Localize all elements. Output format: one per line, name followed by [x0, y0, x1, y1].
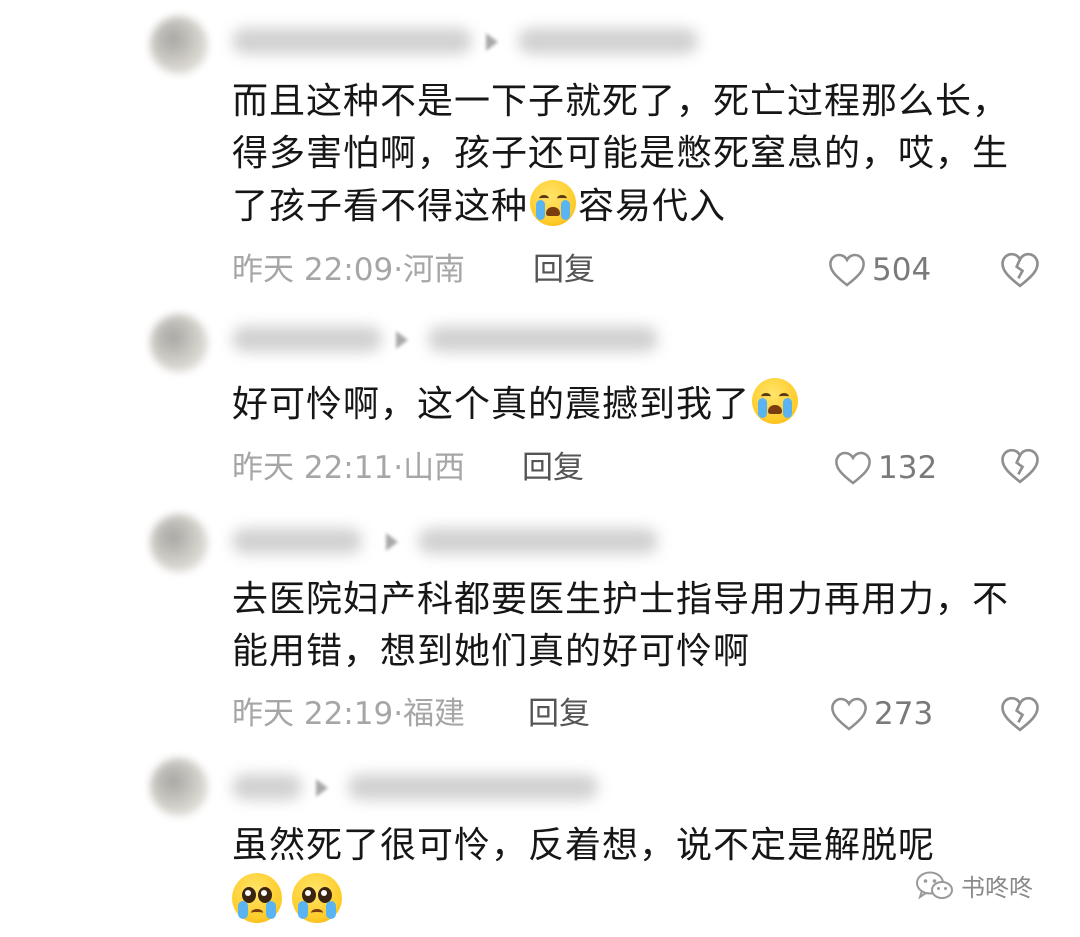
comment-text-main: 去医院妇产科都要医生护士指导用力再用力，不能用错，想到她们真的好可怜啊	[232, 579, 1010, 672]
reply-button[interactable]: 回复	[533, 248, 595, 292]
comment-text-main: 好可怜啊，这个真的震撼到我了	[232, 384, 751, 425]
comment-text: 而且这种不是一下子就死了，死亡过程那么长，得多害怕啊，孩子还可能是憋死窒息的，哎…	[232, 76, 1010, 233]
pleading-face-icon	[232, 873, 282, 923]
comment-meta: 昨天 22:19·福建	[232, 696, 466, 732]
comment-text: 好可怜啊，这个真的震撼到我了	[232, 378, 1010, 431]
reply-target-blurred	[428, 326, 658, 352]
like-count: 132	[878, 450, 938, 486]
reply-target-blurred	[418, 528, 658, 554]
comment-text-main: 虽然死了很可怜，反着想，说不定是解脱呢	[232, 825, 936, 866]
like-button[interactable]: 504	[828, 248, 931, 292]
comment-text: 去医院妇产科都要医生护士指导用力再用力，不能用错，想到她们真的好可怜啊	[232, 574, 1010, 678]
comment-meta: 昨天 22:09·河南	[232, 252, 466, 288]
comment-text-tail: 容易代入	[578, 186, 727, 227]
pleading-face-icon	[292, 873, 342, 923]
avatar[interactable]	[150, 514, 208, 572]
heart-icon	[831, 697, 867, 731]
username-blurred[interactable]	[232, 326, 382, 352]
comment-location: 河南	[403, 252, 466, 288]
broken-heart-icon[interactable]	[1000, 446, 1040, 486]
username-blurred[interactable]	[232, 774, 302, 800]
like-button[interactable]: 132	[834, 446, 937, 490]
reply-arrow-icon	[386, 533, 398, 551]
loudly-crying-face-icon	[530, 180, 577, 226]
reply-button[interactable]: 回复	[522, 446, 584, 490]
avatar[interactable]	[150, 758, 208, 816]
like-count: 273	[874, 696, 934, 732]
heart-icon	[835, 451, 871, 485]
comment-meta: 昨天 22:11·山西	[232, 450, 466, 486]
broken-heart-icon[interactable]	[1000, 250, 1040, 290]
comment-time: 昨天 22:11	[232, 450, 394, 486]
avatar[interactable]	[150, 16, 208, 74]
comment-text: 虽然死了很可怜，反着想，说不定是解脱呢	[232, 820, 1010, 872]
avatar[interactable]	[150, 314, 208, 372]
wechat-icon	[916, 871, 953, 899]
reply-arrow-icon	[396, 331, 408, 349]
heart-icon	[829, 253, 865, 287]
username-blurred[interactable]	[232, 528, 362, 554]
reply-target-blurred	[348, 774, 598, 800]
like-button[interactable]: 273	[830, 692, 933, 736]
reply-button[interactable]: 回复	[528, 692, 590, 736]
emoji-row	[232, 873, 352, 923]
broken-heart-icon[interactable]	[1000, 694, 1040, 734]
watermark: 书咚咚	[915, 868, 1033, 903]
comment-time: 昨天 22:09	[232, 252, 394, 288]
comment-time: 昨天 22:19	[232, 696, 394, 732]
username-blurred[interactable]	[232, 28, 472, 54]
watermark-text: 书咚咚	[961, 874, 1033, 902]
comment-location: 福建	[403, 696, 466, 732]
reply-target-blurred	[518, 28, 698, 54]
comment-location: 山西	[403, 450, 466, 486]
loudly-crying-face-icon	[752, 378, 799, 424]
reply-arrow-icon	[486, 33, 498, 51]
like-count: 504	[872, 252, 932, 288]
reply-arrow-icon	[316, 779, 328, 797]
